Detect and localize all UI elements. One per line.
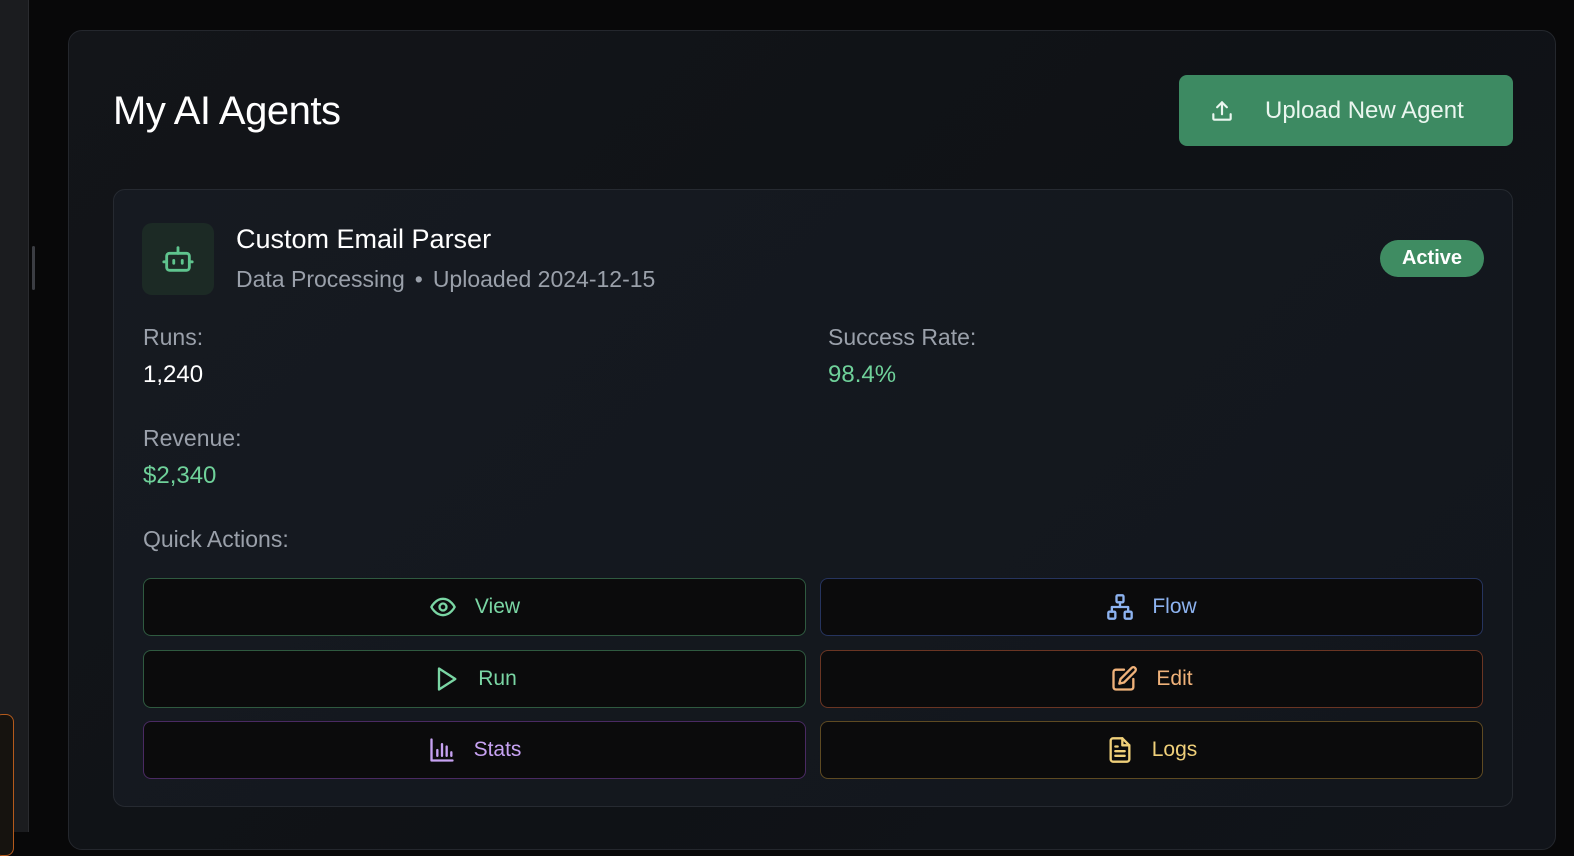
upload-icon bbox=[1212, 100, 1232, 121]
flow-button[interactable]: Flow bbox=[820, 578, 1483, 636]
file-text-icon bbox=[1109, 737, 1131, 763]
edit-icon bbox=[1112, 666, 1138, 691]
robot-icon bbox=[162, 246, 194, 272]
success-rate-label: Success Rate: bbox=[828, 324, 977, 350]
stat-revenue: Revenue: $2,340 bbox=[143, 425, 241, 490]
flow-button-label: Flow bbox=[1152, 595, 1197, 618]
stats-button-label: Stats bbox=[473, 738, 522, 761]
logs-button-label: Logs bbox=[1151, 738, 1198, 761]
edit-button-label: Edit bbox=[1156, 667, 1193, 690]
agent-upload-date: Uploaded 2024-12-15 bbox=[432, 266, 656, 292]
stat-success-rate: Success Rate: 98.4% bbox=[828, 324, 976, 389]
sitemap-icon bbox=[1107, 594, 1134, 620]
revenue-label: Revenue: bbox=[143, 425, 242, 451]
agent-meta: Data Processing • Uploaded 2024-12-15 bbox=[236, 266, 655, 293]
eye-icon bbox=[430, 597, 456, 617]
upload-button-label: Upload New Agent bbox=[1265, 96, 1464, 124]
runs-value: 1,240 bbox=[143, 361, 204, 388]
stats-button[interactable]: Stats bbox=[143, 721, 806, 779]
side-panel-highlight bbox=[0, 714, 14, 856]
agent-card: Custom Email Parser Data Processing • Up… bbox=[113, 189, 1513, 807]
side-panel-strip bbox=[0, 0, 29, 832]
resize-handle[interactable] bbox=[32, 246, 35, 290]
edit-button[interactable]: Edit bbox=[820, 650, 1483, 708]
agent-category: Data Processing bbox=[236, 266, 405, 292]
revenue-value: $2,340 bbox=[143, 462, 217, 489]
stat-runs: Runs: 1,240 bbox=[143, 324, 203, 389]
quick-actions-title: Quick Actions: bbox=[143, 526, 289, 552]
status-badge: Active bbox=[1380, 240, 1484, 277]
play-icon bbox=[438, 667, 457, 691]
run-button[interactable]: Run bbox=[143, 650, 806, 708]
agent-avatar bbox=[142, 223, 214, 295]
agent-name: Custom Email Parser bbox=[236, 224, 492, 254]
meta-separator: • bbox=[414, 266, 423, 292]
success-rate-value: 98.4% bbox=[828, 361, 897, 388]
logs-button[interactable]: Logs bbox=[820, 721, 1483, 779]
upload-new-agent-button[interactable]: Upload New Agent bbox=[1179, 75, 1513, 146]
view-button[interactable]: View bbox=[143, 578, 806, 636]
page-title: My AI Agents bbox=[113, 89, 341, 133]
view-button-label: View bbox=[474, 595, 521, 618]
run-button-label: Run bbox=[478, 667, 517, 690]
agents-panel: My AI Agents Upload New Agent Custom Ema… bbox=[68, 30, 1556, 850]
bar-chart-icon bbox=[429, 738, 454, 762]
runs-label: Runs: bbox=[143, 324, 204, 350]
